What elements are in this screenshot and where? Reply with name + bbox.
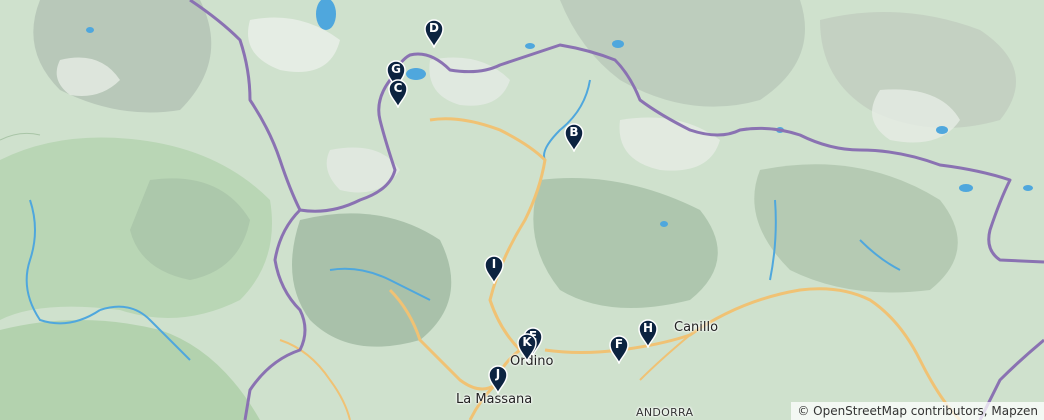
map-attribution[interactable]: © OpenStreetMap contributors, Mapzen — [791, 402, 1044, 420]
map-marker-i[interactable]: I — [483, 254, 505, 284]
marker-label: H — [642, 321, 654, 335]
map-marker-c[interactable]: C — [387, 78, 409, 108]
marker-label: I — [491, 257, 497, 271]
marker-label: B — [569, 125, 579, 139]
map-marker-k[interactable]: K — [516, 332, 538, 362]
marker-label: F — [614, 337, 624, 351]
place-label-canillo: Canillo — [674, 320, 719, 335]
map-marker-b[interactable]: B — [563, 122, 585, 152]
marker-label: G — [391, 62, 401, 76]
map-marker-h[interactable]: H — [637, 318, 659, 348]
map-marker-d[interactable]: D — [423, 18, 445, 48]
marker-label: C — [393, 81, 403, 95]
place-label-andorra: ANDORRA — [636, 406, 694, 419]
map-marker-j[interactable]: J — [487, 364, 509, 394]
marker-label: K — [522, 335, 532, 349]
map-marker-f[interactable]: F — [608, 334, 630, 364]
marker-label: D — [429, 21, 439, 35]
map-view[interactable]: Canillo Ordino La Massana ANDORRA D G C … — [0, 0, 1044, 420]
place-label-la-massana: La Massana — [456, 392, 533, 407]
marker-label: J — [495, 367, 501, 381]
